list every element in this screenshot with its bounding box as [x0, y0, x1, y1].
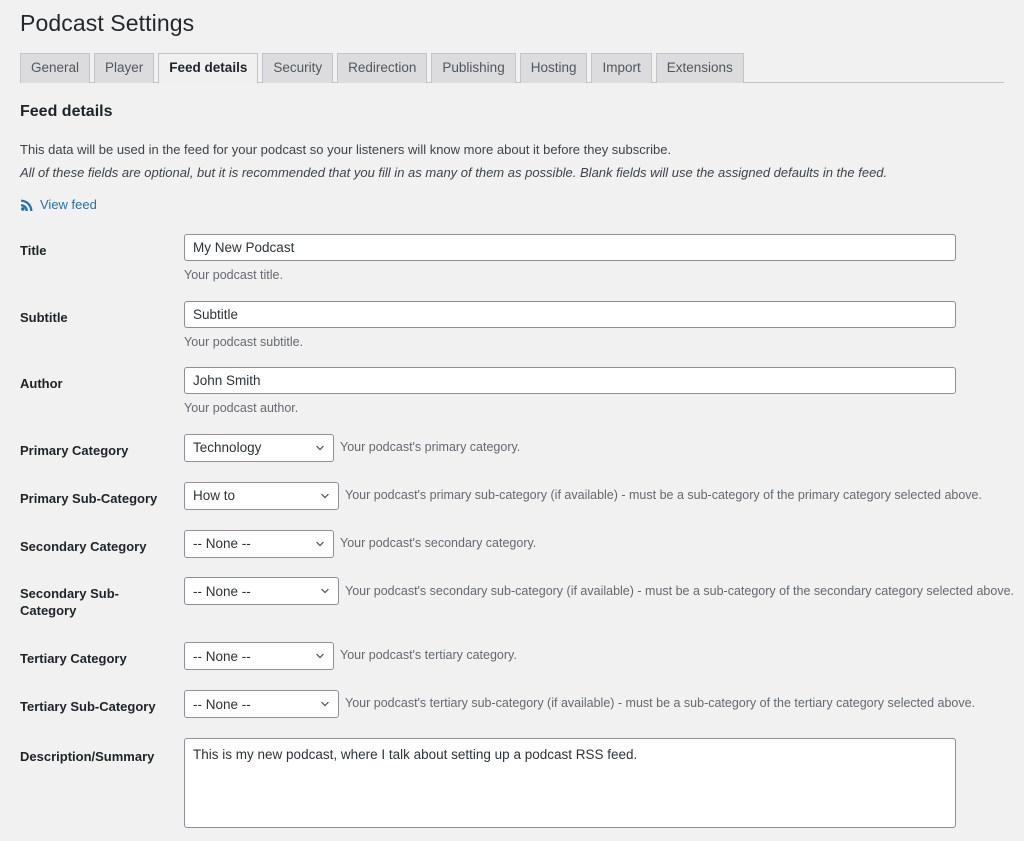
section-description: This data will be used in the feed for y…	[20, 142, 672, 158]
primary-category-select[interactable]: Technology	[184, 433, 335, 462]
secondary-category-select[interactable]: -- None --	[184, 529, 335, 558]
tab-hosting[interactable]: Hosting	[519, 52, 588, 83]
tertiary-category-select[interactable]: -- None --	[184, 642, 335, 671]
tab-feed-details[interactable]: Feed details	[158, 52, 259, 84]
label-description-summary: Description/Summary	[20, 749, 155, 765]
chevron-down-icon	[319, 698, 331, 710]
author-input[interactable]	[184, 367, 957, 395]
label-tertiary-subcategory: Tertiary Sub-Category	[20, 699, 156, 715]
form-row-secondary-subcategory: Secondary Sub-Category -- None -- Your p…	[20, 569, 1024, 634]
tertiary-subcategory-select[interactable]: -- None --	[184, 690, 340, 719]
tab-security[interactable]: Security	[262, 52, 334, 83]
tertiary-category-value: -- None --	[193, 648, 251, 664]
tab-import[interactable]: Import	[591, 52, 652, 83]
field-author-cell: Your podcast author.	[184, 359, 1024, 426]
field-subtitle-cell: Your podcast subtitle.	[184, 293, 1024, 360]
tab-extensions[interactable]: Extensions	[655, 52, 744, 83]
description-summary-textarea[interactable]	[184, 738, 957, 829]
page-title: Podcast Settings	[20, 10, 195, 36]
view-feed-row: View feed	[20, 197, 1024, 212]
author-description: Your podcast author.	[184, 401, 299, 416]
primary-subcategory-select[interactable]: How to	[184, 481, 340, 510]
label-title: Title	[20, 243, 47, 259]
title-description: Your podcast title.	[184, 268, 283, 283]
chevron-down-icon	[319, 490, 331, 502]
field-tertiary-subcategory-cell: -- None -- Your podcast's tertiary sub-c…	[184, 682, 1024, 730]
label-primary-category: Primary Category	[20, 442, 129, 458]
tab-general[interactable]: General	[20, 52, 91, 83]
field-secondary-subcategory-cell: -- None -- Your podcast's secondary sub-…	[184, 569, 1024, 634]
feed-details-form: Title Your podcast title. Subtitle Your …	[20, 226, 1024, 841]
title-input[interactable]	[184, 234, 957, 262]
form-row-description-summary: Description/Summary	[20, 730, 1024, 841]
field-primary-subcategory-cell: How to Your podcast's primary sub-catego…	[184, 474, 1024, 522]
tertiary-subcategory-description: Your podcast's tertiary sub-category (if…	[345, 696, 976, 711]
label-primary-subcategory: Primary Sub-Category	[20, 490, 158, 506]
feed-details-section: Feed details This data will be used in t…	[0, 101, 1024, 841]
secondary-category-description: Your podcast's secondary category.	[340, 535, 537, 550]
primary-subcategory-description: Your podcast's primary sub-category (if …	[345, 487, 982, 502]
primary-category-description: Your podcast's primary category.	[340, 440, 521, 455]
secondary-category-value: -- None --	[193, 536, 251, 552]
form-row-tertiary-category: Tertiary Category -- None -- Your podcas…	[20, 634, 1024, 682]
secondary-subcategory-value: -- None --	[193, 583, 251, 599]
label-tertiary-category: Tertiary Category	[20, 651, 127, 667]
subtitle-description: Your podcast subtitle.	[184, 334, 304, 349]
form-row-primary-category: Primary Category Technology Your podcast…	[20, 426, 1024, 474]
settings-tabs: General Player Feed details Security Redirec…	[20, 52, 1004, 84]
form-row-primary-subcategory: Primary Sub-Category How to Your podcast…	[20, 474, 1024, 522]
subtitle-input[interactable]	[184, 300, 957, 328]
form-row-title: Title Your podcast title.	[20, 226, 1024, 293]
label-subtitle: Subtitle	[20, 309, 68, 325]
chevron-down-icon	[314, 650, 326, 662]
tertiary-category-description: Your podcast's tertiary category.	[340, 648, 517, 663]
section-description-italic: All of these fields are optional, but it…	[20, 164, 888, 180]
rss-feed-icon	[20, 198, 34, 212]
primary-category-value: Technology	[193, 440, 262, 456]
form-row-tertiary-subcategory: Tertiary Sub-Category -- None -- Your po…	[20, 682, 1024, 730]
label-author: Author	[20, 376, 63, 392]
field-description-summary-cell	[184, 730, 1024, 841]
chevron-down-icon	[319, 585, 331, 597]
label-secondary-subcategory: Secondary Sub-Category	[20, 586, 119, 619]
tab-publishing[interactable]: Publishing	[431, 52, 516, 83]
chevron-down-icon	[314, 538, 326, 550]
field-primary-category-cell: Technology Your podcast's primary catego…	[184, 426, 1024, 474]
primary-subcategory-value: How to	[193, 488, 236, 504]
form-row-author: Author Your podcast author.	[20, 359, 1024, 426]
field-title-cell: Your podcast title.	[184, 226, 1024, 293]
secondary-subcategory-description: Your podcast's secondary sub-category (i…	[345, 583, 1014, 598]
secondary-subcategory-select[interactable]: -- None --	[184, 577, 340, 606]
tab-redirection[interactable]: Redirection	[337, 52, 428, 83]
tab-player[interactable]: Player	[94, 52, 155, 83]
label-secondary-category: Secondary Category	[20, 538, 147, 554]
form-row-subtitle: Subtitle Your podcast subtitle.	[20, 293, 1024, 360]
field-tertiary-category-cell: -- None -- Your podcast's tertiary categ…	[184, 634, 1024, 682]
chevron-down-icon	[314, 442, 326, 454]
section-title: Feed details	[20, 102, 113, 120]
form-row-secondary-category: Secondary Category -- None -- Your podca…	[20, 522, 1024, 570]
field-secondary-category-cell: -- None -- Your podcast's secondary cate…	[184, 522, 1024, 570]
view-feed-link[interactable]: View feed	[40, 197, 97, 212]
tertiary-subcategory-value: -- None --	[193, 696, 251, 712]
